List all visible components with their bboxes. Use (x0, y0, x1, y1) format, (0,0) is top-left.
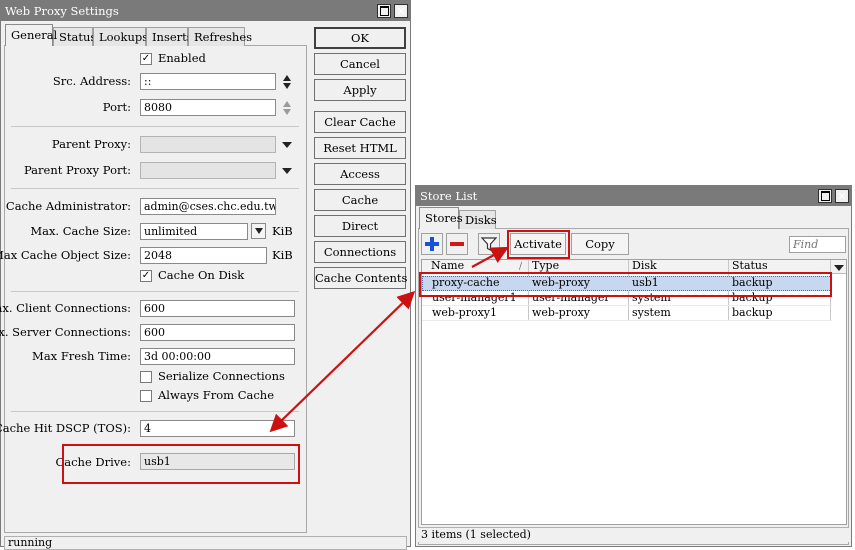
serialize-connections-checkbox[interactable] (140, 371, 152, 383)
find-input[interactable] (789, 236, 846, 253)
enabled-checkbox[interactable]: ✓ (140, 53, 152, 65)
cache-on-disk-label: Cache On Disk (158, 268, 245, 282)
tab-general[interactable]: General (5, 24, 57, 46)
cache-drive-highlight-box (62, 444, 300, 484)
tab-status[interactable]: Status (53, 27, 96, 46)
max-client-connections-label: Max. Client Connections: (0, 301, 131, 315)
store-list-titlebar[interactable]: Store List ✕ (416, 186, 851, 206)
parent-proxy-label: Parent Proxy: (51, 137, 131, 151)
sort-indicator-icon: / (519, 262, 523, 272)
column-header-disk[interactable]: Disk (632, 259, 657, 273)
src-address-spinner-icon[interactable] (282, 74, 292, 90)
cache-button[interactable]: Cache (314, 189, 406, 211)
separator (11, 411, 299, 412)
cache-admin-label: Cache Administrator: (5, 199, 131, 213)
connections-button[interactable]: Connections (314, 241, 406, 263)
cache-on-disk-checkbox[interactable]: ✓ (140, 270, 152, 282)
max-fresh-time-label: Max Fresh Time: (32, 349, 131, 363)
close-icon[interactable]: ✕ (394, 4, 408, 18)
max-cache-size-dropdown-icon[interactable] (251, 223, 266, 239)
max-cache-object-size-label: Max Cache Object Size: (0, 248, 131, 262)
add-icon[interactable] (421, 233, 443, 255)
store-status-bar: 3 items (1 selected) (418, 527, 849, 542)
max-cache-size-label: Max. Cache Size: (30, 224, 131, 238)
cache-admin-field[interactable]: admin@cses.chc.edu.tw (140, 198, 276, 215)
parent-proxy-field[interactable] (140, 136, 276, 153)
enabled-label: Enabled (158, 51, 206, 65)
web-proxy-titlebar[interactable]: Web Proxy Settings ✕ (1, 1, 410, 21)
maximize-icon[interactable] (818, 189, 832, 203)
separator (11, 291, 299, 292)
tab-stores[interactable]: Stores (419, 207, 463, 229)
max-client-connections-field[interactable]: 600 (140, 300, 295, 317)
row-type-cell: web-proxy (532, 306, 591, 319)
ok-button[interactable]: OK (314, 27, 406, 49)
clear-cache-button[interactable]: Clear Cache (314, 111, 406, 133)
parent-proxy-port-dropdown-icon[interactable] (282, 168, 292, 174)
remove-icon[interactable] (446, 233, 468, 255)
direct-button[interactable]: Direct (314, 215, 406, 237)
max-cache-size-field[interactable]: unlimited (140, 223, 248, 240)
column-header-name[interactable]: Name (431, 259, 464, 273)
close-icon[interactable]: ✕ (835, 189, 849, 203)
filter-icon[interactable] (478, 233, 500, 255)
selected-row-highlight-box (419, 272, 832, 297)
max-cache-object-size-field[interactable]: 2048 (140, 247, 267, 264)
cache-hit-dscp-label: Cache Hit DSCP (TOS): (0, 421, 131, 435)
separator (11, 126, 299, 127)
tab-lookups[interactable]: Lookups (93, 27, 148, 46)
max-fresh-time-field[interactable]: 3d 00:00:00 (140, 348, 295, 365)
max-cache-object-size-unit: KiB (272, 248, 293, 262)
max-server-connections-label: Max. Server Connections: (0, 325, 131, 339)
cancel-button[interactable]: Cancel (314, 53, 406, 75)
tab-inserts[interactable]: Inserts (146, 27, 193, 46)
copy-button[interactable]: Copy (571, 233, 629, 255)
cache-contents-button[interactable]: Cache Contents (314, 267, 407, 289)
window-title: Web Proxy Settings (5, 4, 119, 18)
column-header-type[interactable]: Type (532, 259, 559, 273)
proxy-status-bar: running (4, 536, 407, 550)
serialize-connections-label: Serialize Connections (158, 369, 285, 383)
src-address-field[interactable]: :: (140, 73, 276, 90)
always-from-cache-checkbox[interactable] (140, 390, 152, 402)
cache-hit-dscp-field[interactable]: 4 (140, 420, 295, 437)
parent-proxy-dropdown-icon[interactable] (282, 142, 292, 148)
port-spinner-icon[interactable] (282, 100, 292, 116)
tab-disks[interactable]: Disks (459, 210, 497, 229)
access-button[interactable]: Access (314, 163, 406, 185)
maximize-icon[interactable] (377, 4, 391, 18)
row-disk-cell: system (632, 306, 671, 319)
row-status-cell: backup (732, 306, 773, 319)
tab-refreshes[interactable]: Refreshes (188, 27, 252, 46)
column-header-status[interactable]: Status (732, 259, 768, 273)
src-address-label: Src. Address: (52, 74, 131, 88)
always-from-cache-label: Always From Cache (158, 388, 275, 402)
max-server-connections-field[interactable]: 600 (140, 324, 295, 341)
parent-proxy-port-field[interactable] (140, 162, 276, 179)
max-cache-size-unit: KiB (272, 224, 293, 238)
activate-button-highlight-box (507, 230, 570, 259)
separator (11, 188, 299, 189)
column-menu-dropdown-icon[interactable] (834, 265, 844, 271)
apply-button[interactable]: Apply (314, 79, 406, 101)
reset-html-button[interactable]: Reset HTML (314, 137, 406, 159)
row-name-cell: web-proxy1 (432, 306, 498, 319)
port-label: Port: (102, 100, 131, 114)
port-field[interactable]: 8080 (140, 99, 276, 116)
window-title: Store List (420, 189, 478, 203)
parent-proxy-port-label: Parent Proxy Port: (23, 163, 131, 177)
